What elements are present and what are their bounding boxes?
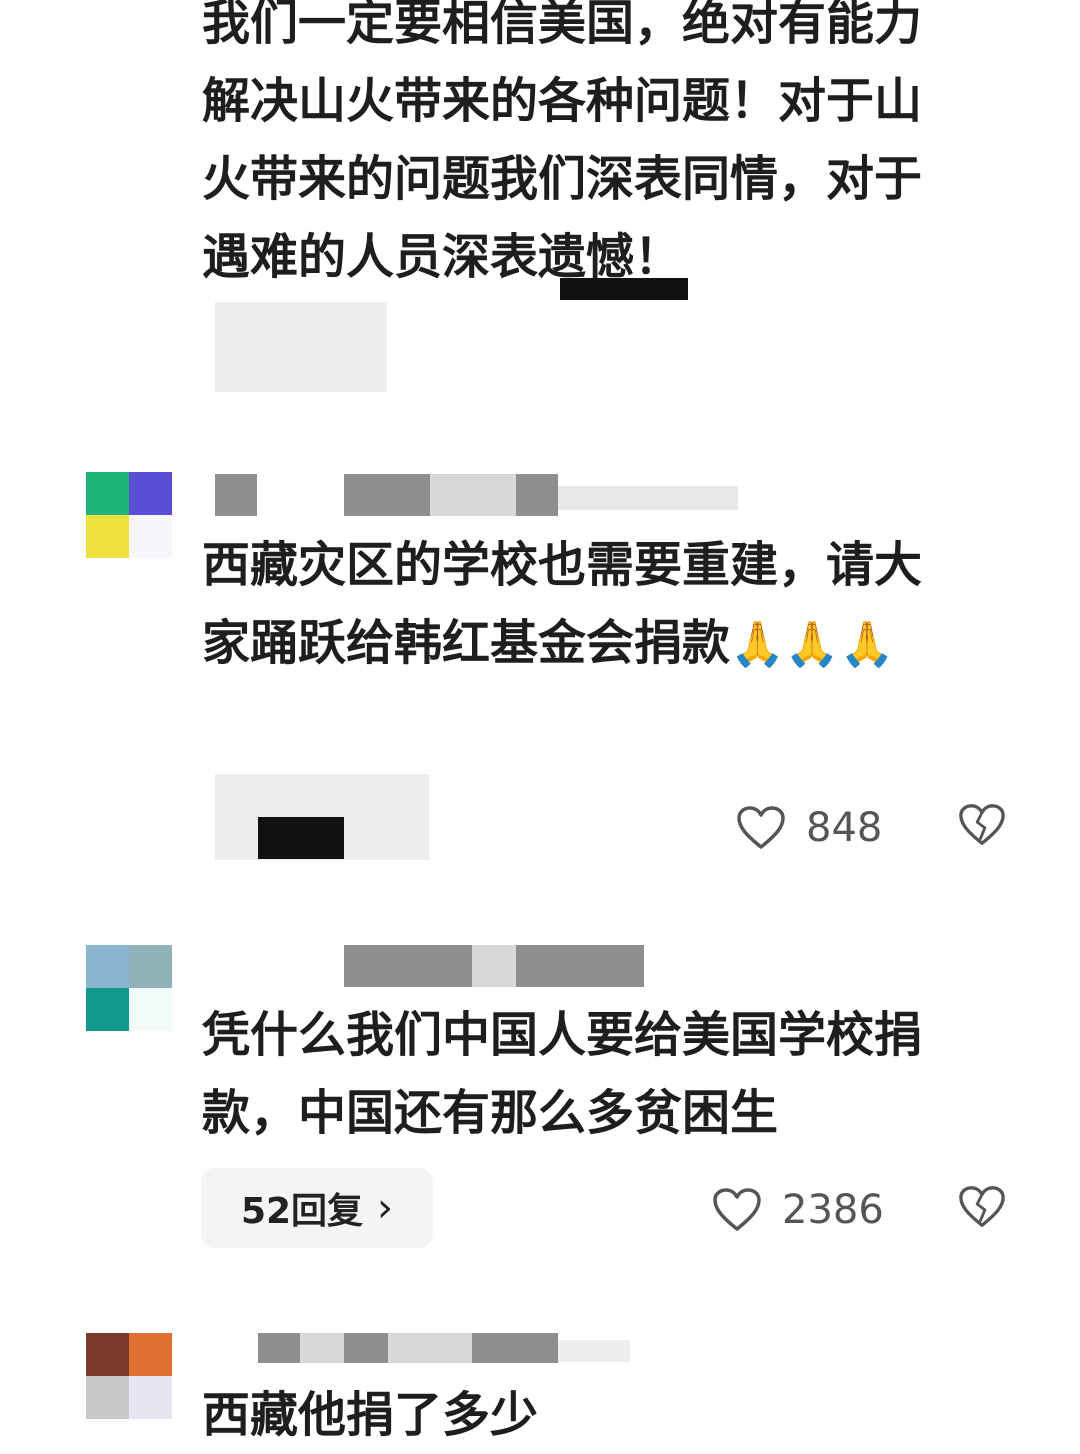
broken-heart-icon — [959, 1186, 1005, 1227]
like-count: 848 — [806, 805, 883, 851]
comment-2-text: 西藏灾区的学校也需要重建，请大 家踊跃给韩红基金会捐款🙏🙏🙏 — [202, 526, 1022, 682]
redaction-block — [560, 278, 688, 300]
avatar[interactable] — [86, 472, 172, 558]
redacted-username — [344, 945, 472, 987]
redacted-meta — [472, 945, 516, 987]
comment-4-text: 西藏他捐了多少 — [202, 1376, 1022, 1454]
redacted-meta — [558, 486, 738, 510]
heart-outline-icon — [713, 1188, 761, 1231]
comment-line: 款，中国还有那么多贫困生 — [202, 1085, 779, 1141]
comment-line: 家踊跃给韩红基金会捐款🙏🙏🙏 — [202, 604, 1022, 682]
comment-line: 西藏灾区的学校也需要重建，请大 — [202, 537, 923, 593]
comment-line: 解决山火带来的各种问题！对于山 — [202, 73, 923, 129]
redacted-meta — [344, 1333, 388, 1363]
redacted-username — [215, 474, 257, 516]
reply-count: 52回复 — [240, 1191, 364, 1232]
heart-outline-icon — [737, 806, 785, 849]
redacted-timestamp — [215, 302, 387, 392]
dislike-button[interactable] — [958, 802, 1006, 852]
broken-heart-icon — [959, 804, 1005, 845]
redacted-meta — [388, 1333, 472, 1363]
like-button[interactable]: 848 — [736, 800, 886, 856]
comment-line: 西藏他捐了多少 — [202, 1387, 539, 1443]
redacted-username — [344, 474, 430, 516]
chevron-right-icon: › — [377, 1185, 394, 1231]
dislike-button[interactable] — [958, 1184, 1006, 1234]
redaction-block — [258, 817, 344, 859]
comment-line: 火带来的问题我们深表同情，对于 — [202, 151, 923, 207]
comment-line: 凭什么我们中国人要给美国学校捐 — [202, 1007, 923, 1063]
comment-3-text: 凭什么我们中国人要给美国学校捐 款，中国还有那么多贫困生 — [202, 996, 1022, 1152]
redacted-username — [258, 1333, 300, 1363]
pray-emoji: 🙏🙏🙏 — [730, 619, 895, 670]
avatar[interactable] — [86, 1333, 172, 1419]
comment-line-text: 家踊跃给韩红基金会捐款 — [202, 615, 731, 671]
redacted-meta — [472, 1333, 558, 1363]
avatar[interactable] — [86, 945, 172, 1031]
redacted-meta — [516, 474, 558, 516]
redacted-meta — [558, 1340, 630, 1362]
redacted-meta — [430, 474, 516, 516]
redacted-meta — [516, 945, 644, 987]
like-button[interactable]: 2386 — [712, 1182, 887, 1238]
view-replies-button[interactable]: 52回复 › — [201, 1168, 433, 1248]
like-count: 2386 — [782, 1187, 884, 1233]
redacted-username — [300, 1333, 344, 1363]
comment-1-text: 我们一定要相信美国，绝对有能力 解决山火带来的各种问题！对于山 火带来的问题我们… — [202, 0, 1022, 296]
comment-line: 我们一定要相信美国，绝对有能力 — [202, 0, 923, 51]
